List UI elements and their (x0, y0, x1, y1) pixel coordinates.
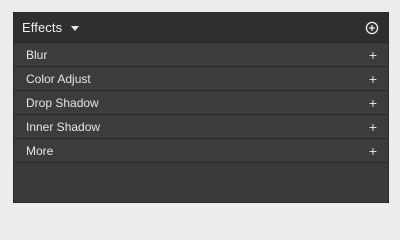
effect-label: Inner Shadow (26, 119, 101, 134)
effects-list: Blur + Color Adjust + Drop Shadow + Inne… (14, 43, 388, 163)
effect-item-inner-shadow[interactable]: Inner Shadow + (14, 115, 388, 139)
effects-panel: Effects Blur + Color Adjust + Drop Shado… (13, 12, 389, 203)
plus-icon[interactable]: + (368, 120, 378, 134)
plus-icon[interactable]: + (368, 48, 378, 62)
panel-title: Effects (22, 20, 63, 35)
add-effect-button[interactable] (364, 20, 380, 36)
effects-dropdown[interactable]: Effects (22, 20, 80, 35)
effect-label: Drop Shadow (26, 95, 99, 110)
plus-icon[interactable]: + (368, 144, 378, 158)
effect-label: Blur (26, 47, 48, 62)
effect-item-color-adjust[interactable]: Color Adjust + (14, 67, 388, 91)
effect-label: Color Adjust (26, 71, 91, 86)
effect-item-more[interactable]: More + (14, 139, 388, 163)
plus-circle-icon (365, 21, 379, 34)
panel-header: Effects (14, 13, 388, 43)
chevron-down-icon (71, 25, 80, 31)
effect-item-blur[interactable]: Blur + (14, 43, 388, 67)
plus-icon[interactable]: + (368, 96, 378, 110)
plus-icon[interactable]: + (368, 72, 378, 86)
effect-item-drop-shadow[interactable]: Drop Shadow + (14, 91, 388, 115)
effect-label: More (26, 143, 54, 158)
